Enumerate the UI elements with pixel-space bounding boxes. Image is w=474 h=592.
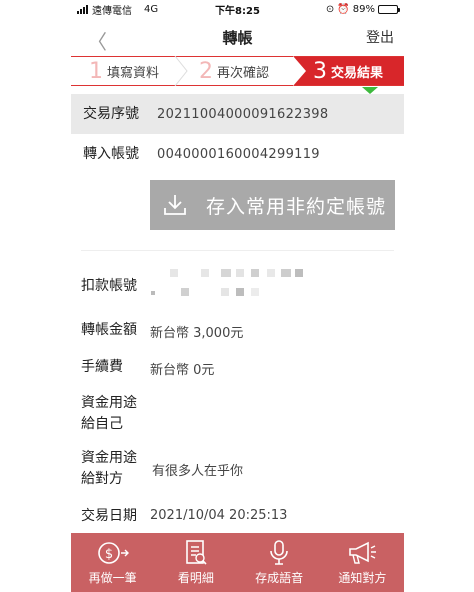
step-label: 交易結果 xyxy=(331,65,384,81)
save-voice-button[interactable]: 存成語音 xyxy=(238,533,321,592)
download-icon xyxy=(150,192,200,218)
battery-icon xyxy=(378,4,400,14)
notify-recipient-label: 通知對方 xyxy=(338,571,387,585)
redo-transfer-button[interactable]: $ 再做一筆 xyxy=(71,533,154,592)
amount-value: 新台幣 3,000元 xyxy=(150,326,244,341)
purpose-other-label: 資金用途 給對方 xyxy=(81,448,151,490)
progress-steps: 1 填寫資料 2 再次確認 3 交易結果 xyxy=(71,56,404,94)
purpose-self-label: 資金用途 給自己 xyxy=(81,393,151,435)
to-account-value: 0040000160004299119 xyxy=(157,146,320,162)
step-number: 2 xyxy=(199,58,213,84)
purpose-other-label-line2: 給對方 xyxy=(81,471,123,487)
money-transfer-icon: $ xyxy=(96,539,130,567)
microphone-icon xyxy=(268,539,290,567)
to-account-row: 轉入帳號 0040000160004299119 xyxy=(71,134,404,174)
view-detail-label: 看明細 xyxy=(177,571,214,585)
purpose-other-label-line1: 資金用途 xyxy=(81,450,137,466)
save-account-button[interactable]: 存入常用非約定帳號 xyxy=(150,180,395,230)
view-detail-button[interactable]: 看明細 xyxy=(154,533,237,592)
purpose-other-value: 有很多人在乎你 xyxy=(152,464,244,479)
nav-bar: 〈 轉帳 登出 xyxy=(71,18,404,56)
step-3-active: 3 交易結果 xyxy=(293,56,404,86)
step-2: 2 再次確認 xyxy=(181,57,293,85)
step-1: 1 填寫資料 xyxy=(71,56,188,86)
date-value: 2021/10/04 20:25:13 xyxy=(150,508,288,523)
step-number: 1 xyxy=(89,58,103,84)
svg-text:$: $ xyxy=(104,547,112,562)
megaphone-icon xyxy=(346,539,378,567)
seq-label: 交易序號 xyxy=(83,106,139,122)
debit-account-label: 扣款帳號 xyxy=(81,278,137,294)
fee-value: 新台幣 0元 xyxy=(150,363,215,378)
to-account-label: 轉入帳號 xyxy=(83,146,139,162)
bottom-action-bar: $ 再做一筆 看明細 存成語音 通知對方 xyxy=(71,533,404,592)
status-time: 下午8:25 xyxy=(215,5,260,17)
seq-value: 20211004000091622398 xyxy=(157,106,329,122)
save-voice-label: 存成語音 xyxy=(255,571,304,585)
purpose-self-label-line1: 資金用途 xyxy=(81,395,137,411)
step-label: 再次確認 xyxy=(217,65,270,81)
document-icon xyxy=(184,539,208,567)
divider xyxy=(81,250,394,251)
step-label: 填寫資料 xyxy=(107,65,160,81)
save-account-label: 存入常用非約定帳號 xyxy=(206,195,387,218)
fee-label: 手續費 xyxy=(81,359,123,375)
date-label: 交易日期 xyxy=(81,508,137,524)
logout-button[interactable]: 登出 xyxy=(366,27,394,47)
phone-screen: 遠傳電信 4G 下午8:25 ⊙ ⏰ 89% 〈 轉帳 登出 1 填寫資料 2 … xyxy=(71,0,404,592)
amount-label: 轉帳金額 xyxy=(81,322,137,338)
transaction-seq-row: 交易序號 20211004000091622398 xyxy=(71,94,404,134)
step-chevron-icon xyxy=(293,56,306,86)
notify-recipient-button[interactable]: 通知對方 xyxy=(321,533,404,592)
purpose-self-label-line2: 給自己 xyxy=(81,416,123,432)
active-step-marker xyxy=(362,87,378,94)
page-title: 轉帳 xyxy=(222,28,253,47)
redo-transfer-label: 再做一筆 xyxy=(88,571,137,585)
status-bar: 遠傳電信 4G 下午8:25 ⊙ ⏰ 89% xyxy=(71,0,404,18)
step-number: 3 xyxy=(313,58,327,84)
